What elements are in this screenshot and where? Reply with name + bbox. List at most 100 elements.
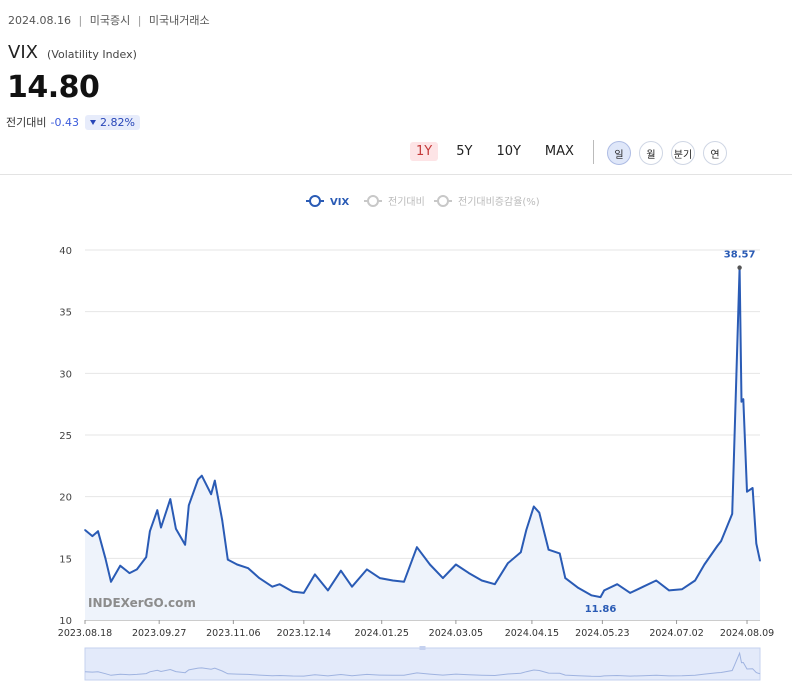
data-point	[169, 498, 172, 500]
data-point	[616, 583, 619, 586]
data-point	[128, 572, 131, 574]
x-tick-label: 2024.07.02	[649, 628, 703, 639]
navigator-handle-icon	[419, 646, 426, 650]
data-point	[247, 567, 249, 569]
data-point	[755, 542, 758, 545]
data-point	[91, 535, 94, 537]
data-point	[136, 568, 138, 571]
y-tick-label: 20	[59, 493, 72, 504]
data-point	[314, 573, 316, 576]
data-label: 11.86	[585, 604, 617, 615]
legend-marker-icon	[309, 195, 321, 207]
data-point	[494, 583, 496, 586]
data-point	[668, 589, 670, 592]
data-point	[681, 588, 683, 590]
data-point	[694, 579, 696, 582]
data-point	[84, 529, 86, 531]
data-point	[149, 530, 151, 532]
data-point	[442, 577, 444, 579]
data-point	[291, 590, 294, 593]
vix-chart: VIX 전기대비 전기대비증감율(%) 10 15 20 25 30 35 40 2023.08…	[58, 195, 774, 681]
legend-item-label: 전기대비	[388, 196, 425, 208]
data-point	[629, 592, 631, 594]
data-point	[379, 577, 381, 579]
data-point	[538, 511, 541, 514]
legend-item-label: 전기대비증감율(%)	[458, 196, 540, 208]
x-tick-label: 2024.08.09	[720, 628, 774, 639]
data-point	[547, 548, 550, 551]
data-point	[303, 592, 305, 594]
data-point	[455, 563, 457, 566]
data-point	[577, 587, 580, 589]
data-point	[740, 400, 743, 403]
data-point	[188, 504, 190, 507]
data-point	[160, 526, 162, 529]
data-point	[351, 585, 353, 588]
data-point	[197, 478, 199, 481]
data-point	[366, 568, 368, 571]
data-point	[221, 519, 224, 521]
y-axis-ticks: 10 15 20 25 30 35 40	[59, 246, 72, 627]
data-point	[751, 487, 754, 489]
data-point	[742, 398, 745, 401]
data-point	[201, 474, 203, 477]
watermark: INDEXerGO.com	[88, 596, 196, 610]
data-point	[327, 589, 329, 592]
data-point	[226, 558, 229, 561]
data-point	[599, 596, 602, 598]
data-point	[210, 493, 212, 496]
data-point	[403, 580, 405, 583]
data-point	[716, 545, 719, 547]
data-point	[642, 585, 644, 588]
data-point	[703, 563, 706, 566]
data-point	[429, 563, 431, 566]
x-tick-label: 2024.01.25	[355, 628, 409, 639]
data-point	[731, 513, 733, 515]
y-tick-label: 15	[59, 554, 72, 565]
data-point	[481, 579, 483, 582]
x-tick-label: 2023.09.27	[132, 628, 186, 639]
data-point	[558, 552, 561, 555]
legend-item-label: VIX	[330, 197, 349, 208]
chart-legend: VIX 전기대비 전기대비증감율(%)	[306, 195, 540, 208]
data-point	[110, 580, 112, 583]
x-tick-label: 2024.03.05	[429, 628, 483, 639]
y-tick-label: 35	[59, 308, 72, 319]
data-point	[532, 505, 535, 508]
data-point	[507, 562, 509, 565]
range-navigator[interactable]	[84, 646, 761, 681]
peak-marker	[737, 265, 742, 270]
x-tick-label: 2023.08.18	[58, 628, 112, 639]
data-point	[214, 479, 216, 482]
x-tick-label: 2024.05.23	[575, 628, 629, 639]
data-point	[564, 577, 567, 579]
y-tick-label: 40	[59, 246, 72, 257]
data-point	[720, 540, 722, 542]
data-point	[733, 453, 735, 456]
data-point	[519, 551, 522, 553]
data-point	[655, 579, 657, 582]
data-point	[175, 527, 177, 530]
data-label: 38.57	[724, 250, 756, 261]
data-point	[271, 585, 274, 588]
x-tick-label: 2024.04.15	[505, 628, 559, 639]
data-point	[759, 560, 761, 562]
legend-marker-icon	[367, 195, 379, 207]
data-point	[97, 530, 99, 532]
data-point	[416, 546, 418, 549]
data-point	[104, 557, 107, 560]
data-point	[340, 569, 342, 572]
data-point	[590, 594, 593, 597]
data-point	[236, 563, 238, 566]
legend-marker-icon	[437, 195, 449, 207]
data-point	[278, 583, 281, 586]
data-point	[603, 589, 606, 592]
data-point	[392, 579, 394, 582]
data-point	[184, 543, 186, 546]
x-tick-label: 2023.11.06	[206, 628, 260, 639]
data-point	[746, 490, 748, 493]
series-area	[85, 267, 760, 620]
data-point	[258, 577, 261, 579]
y-tick-label: 30	[59, 369, 72, 380]
data-point	[468, 572, 470, 574]
